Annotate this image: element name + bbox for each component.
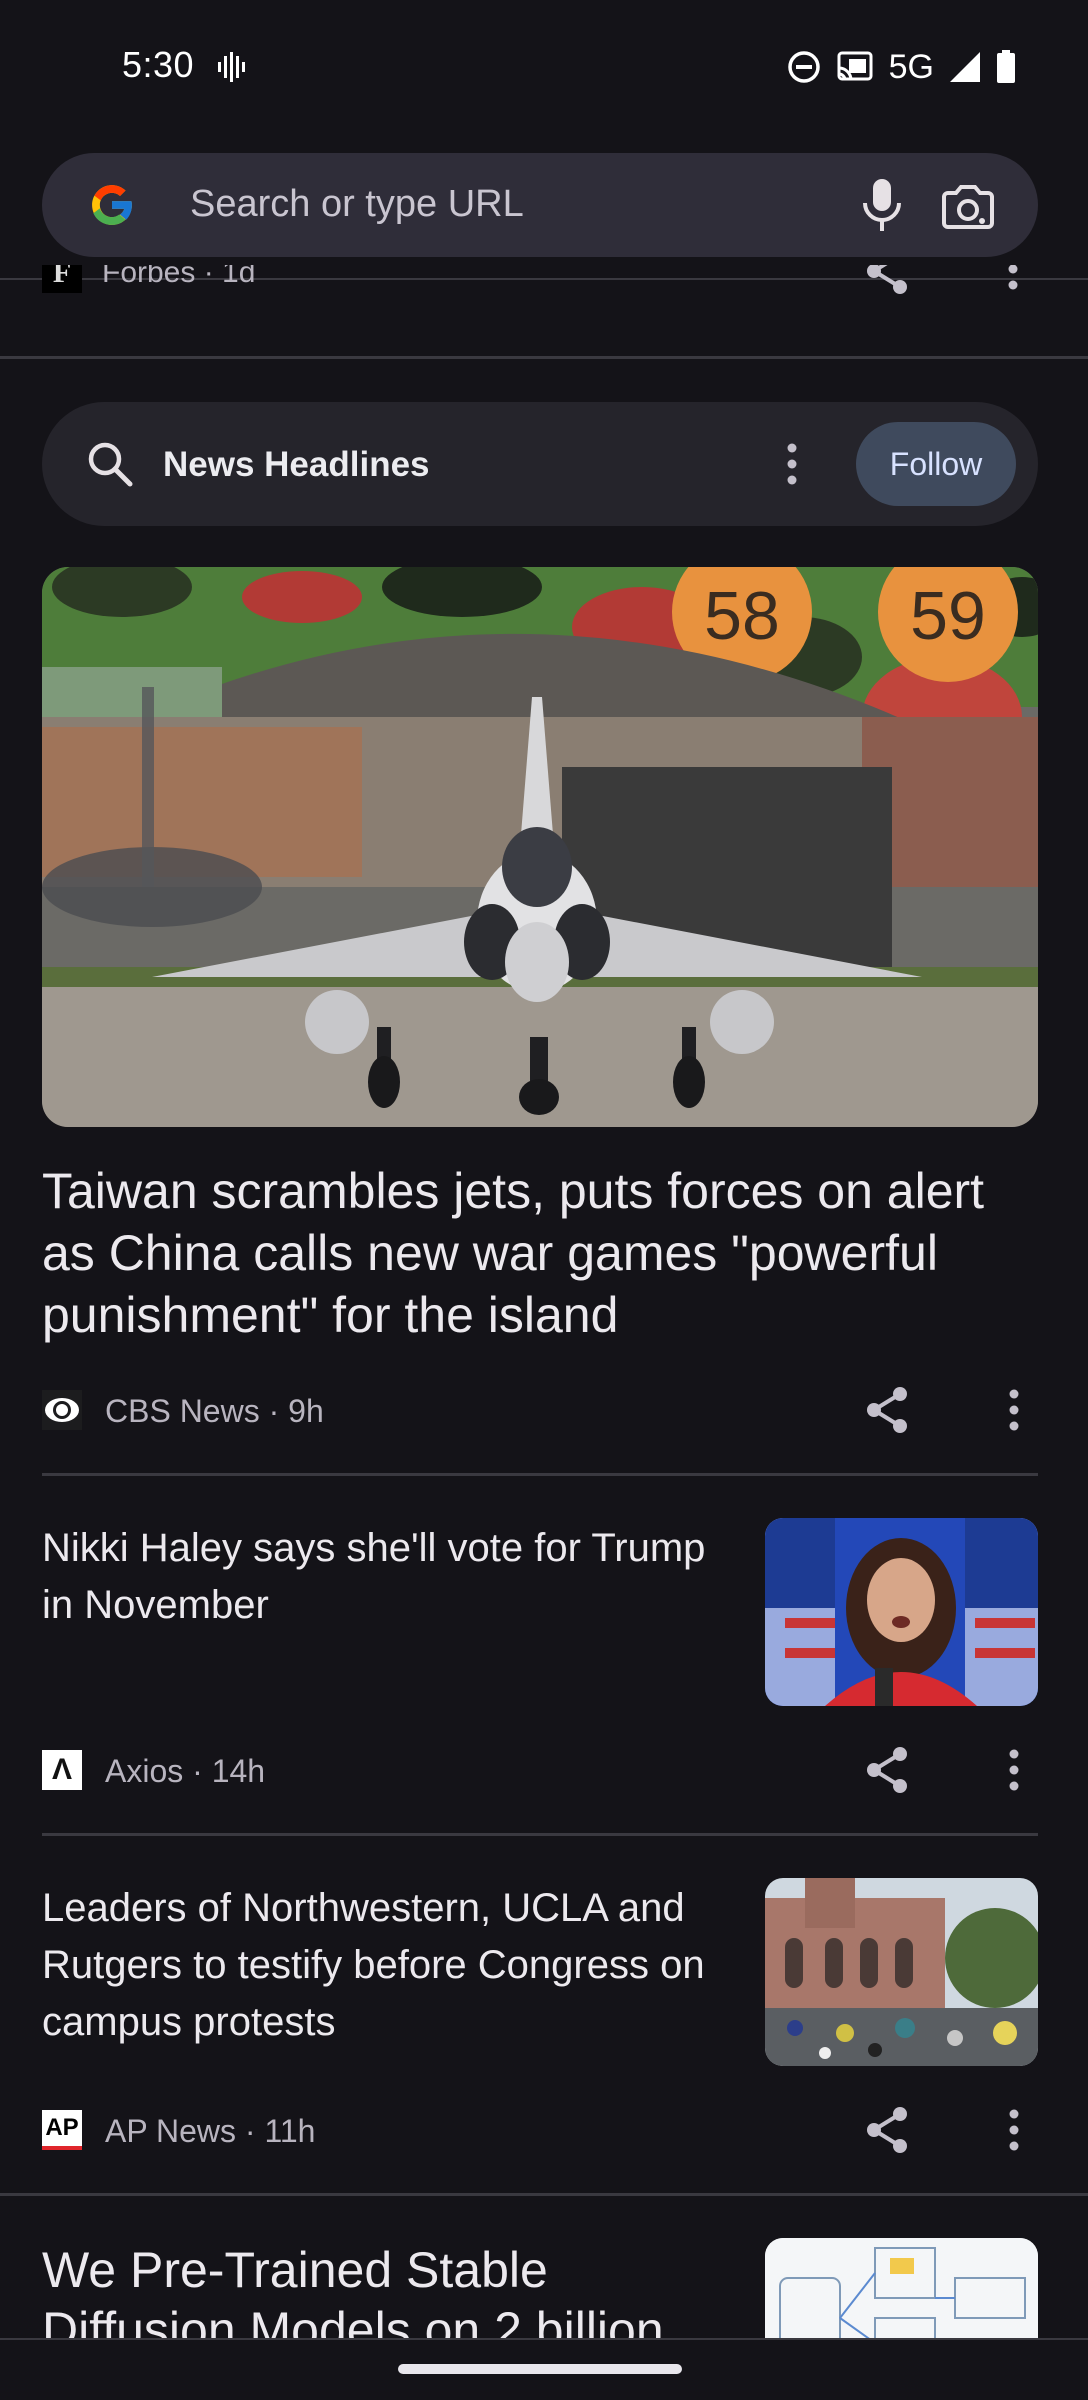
- card-divider: [42, 1473, 1038, 1476]
- share-icon[interactable]: [862, 2104, 914, 2156]
- story-thumbnail[interactable]: [765, 1518, 1038, 1706]
- cbs-news-logo: [42, 1390, 82, 1430]
- search-input[interactable]: Search or type URL: [190, 183, 524, 226]
- diagram-thumbnail: [765, 2238, 1038, 2338]
- gesture-nav-bar: [0, 2338, 1088, 2400]
- story-thumbnail[interactable]: [765, 2238, 1038, 2338]
- signal-icon: [950, 52, 980, 82]
- topic-header[interactable]: News Headlines Follow: [42, 402, 1038, 526]
- follow-button[interactable]: Follow: [856, 422, 1016, 506]
- story-headline[interactable]: Leaders of Northwestern, UCLA and Rutger…: [42, 1880, 732, 2051]
- share-icon[interactable]: [862, 1744, 914, 1796]
- more-options-icon[interactable]: [994, 1744, 1034, 1796]
- share-icon[interactable]: [862, 1384, 914, 1436]
- status-icons: 5G: [787, 44, 1016, 90]
- ap-news-logo: AP: [42, 2110, 82, 2150]
- microphone-icon[interactable]: [854, 175, 910, 235]
- story-meta: CBS News · 9h: [42, 1380, 1038, 1440]
- battery-icon: [997, 50, 1015, 83]
- section-divider: [0, 356, 1088, 359]
- more-options-icon[interactable]: [994, 2104, 1034, 2156]
- topic-title: News Headlines: [163, 445, 430, 484]
- network-type: 5G: [888, 47, 934, 86]
- do-not-disturb-icon: [787, 51, 820, 83]
- axios-logo: Λ: [42, 1750, 82, 1790]
- story-headline[interactable]: We Pre-Trained Stable Diffusion Models o…: [42, 2240, 742, 2338]
- status-bar: 5:30 5G: [0, 0, 1088, 135]
- fighter-jet-image: 58 59: [42, 567, 1038, 1127]
- story-thumbnail[interactable]: [765, 1878, 1038, 2066]
- story-source: CBS News · 9h: [105, 1393, 324, 1429]
- card-divider: [42, 1833, 1038, 1836]
- story-meta: AP AP News · 11h: [42, 2100, 1038, 2160]
- search-icon: [88, 442, 133, 487]
- hero-story-image[interactable]: 58 59: [42, 567, 1038, 1127]
- cast-icon: [837, 51, 873, 81]
- more-options-icon[interactable]: [1003, 265, 1023, 295]
- home-gesture-handle[interactable]: [398, 2364, 682, 2374]
- story-source: Axios · 14h: [105, 1753, 266, 1789]
- previous-story-card[interactable]: F Forbes · 1d: [0, 265, 1088, 355]
- section-divider: [0, 2193, 1088, 2196]
- google-lens-icon[interactable]: [938, 179, 998, 231]
- omnibox[interactable]: Search or type URL: [42, 153, 1038, 257]
- status-time: 5:30: [122, 44, 195, 85]
- more-options-icon[interactable]: [782, 442, 802, 486]
- more-options-icon[interactable]: [994, 1384, 1034, 1436]
- story-headline[interactable]: Nikki Haley says she'll vote for Trump i…: [42, 1520, 732, 1634]
- campus-protest-photo: [765, 1878, 1038, 2066]
- google-logo-icon: [92, 185, 134, 225]
- haley-photo: [765, 1518, 1038, 1706]
- forbes-logo: F: [42, 265, 82, 293]
- hero-badge-58: 58: [704, 578, 780, 654]
- story-source: Forbes · 1d: [102, 265, 256, 289]
- share-icon[interactable]: [862, 265, 914, 297]
- story-headline[interactable]: Taiwan scrambles jets, puts forces on al…: [42, 1160, 1042, 1346]
- story-meta: Λ Axios · 14h: [42, 1740, 1038, 1800]
- story-source: AP News · 11h: [105, 2113, 316, 2149]
- hero-badge-59: 59: [910, 578, 986, 654]
- story-card-partial[interactable]: We Pre-Trained Stable Diffusion Models o…: [0, 2200, 1088, 2338]
- vibrate-icon: [218, 52, 245, 82]
